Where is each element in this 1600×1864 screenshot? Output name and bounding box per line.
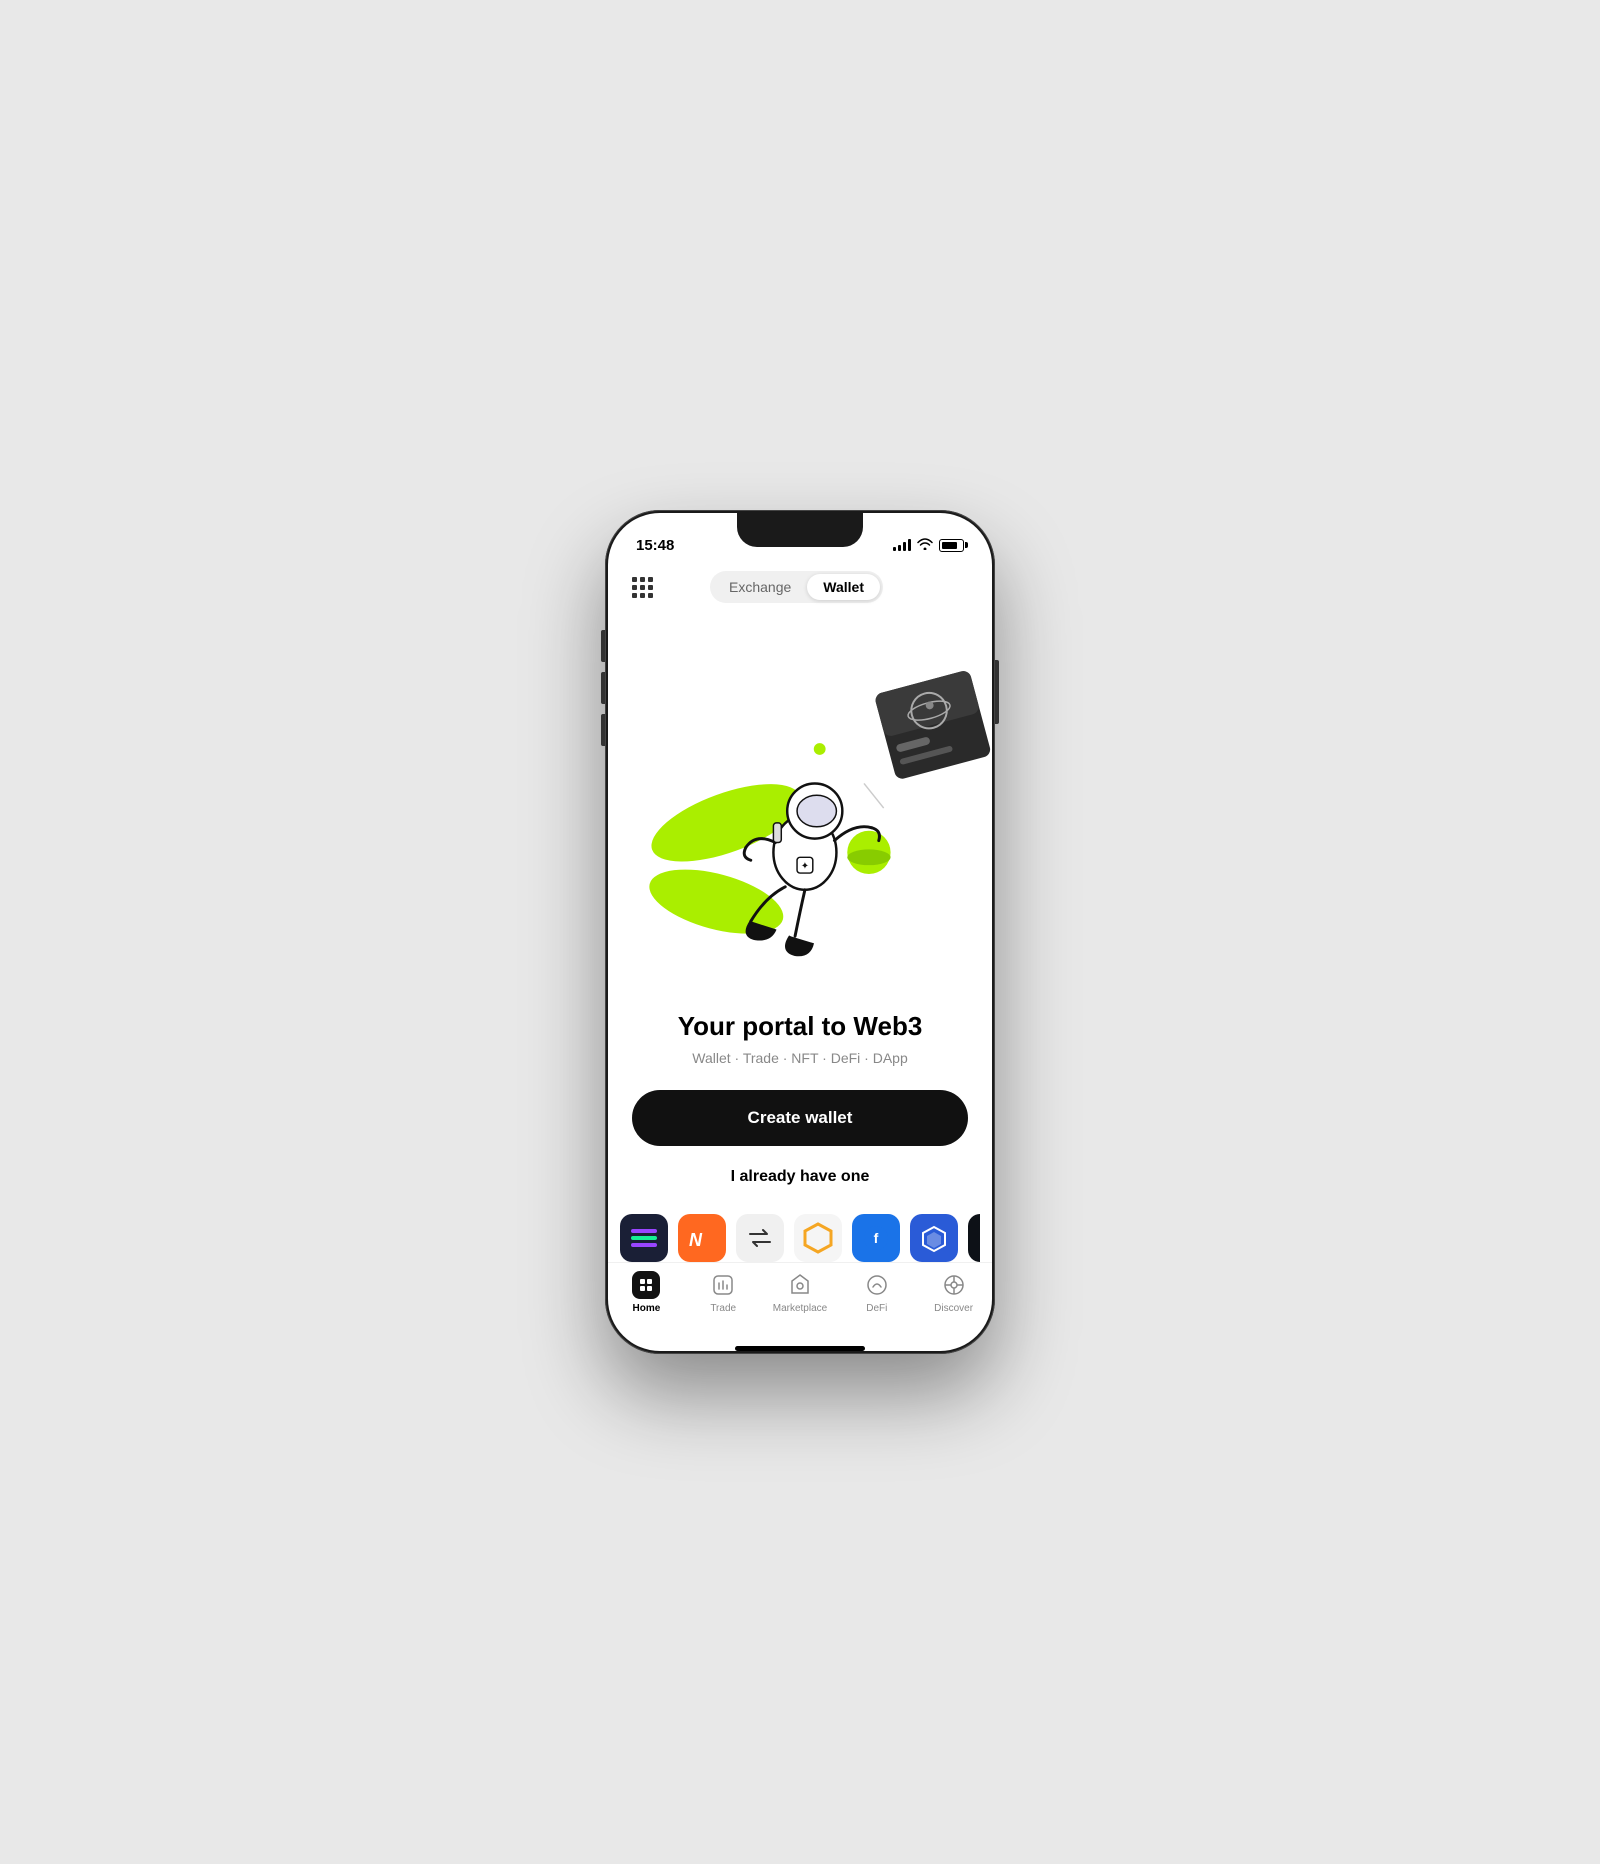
nav-home-label: Home [633,1303,661,1314]
nav-trade[interactable]: Trade [685,1271,762,1314]
page-subtitle: Wallet · Trade · NFT · DeFi · DApp [632,1050,968,1066]
trade-icon [709,1271,737,1299]
dapp-icon-4[interactable] [794,1214,842,1262]
dapp-icon-2[interactable]: N [678,1214,726,1262]
dapp-icon-5[interactable]: f [852,1214,900,1262]
hero-illustration: ✦ [608,615,992,1011]
defi-icon [863,1271,891,1299]
content-section: Your portal to Web3 Wallet · Trade · NFT… [608,1011,992,1206]
marketplace-icon [786,1271,814,1299]
dapp-icon-6[interactable] [910,1214,958,1262]
nav-home[interactable]: Home [608,1271,685,1314]
nav-marketplace-label: Marketplace [773,1303,827,1314]
phone-frame: 15:48 [605,510,995,1354]
create-wallet-button[interactable]: Create wallet [632,1090,968,1146]
dapp-icons-row: N [608,1206,992,1262]
status-icons [893,538,964,553]
nav-discover-label: Discover [934,1303,973,1314]
phone-screen: 15:48 [608,513,992,1351]
bottom-nav: Home Trade Marketplace [608,1262,992,1342]
home-icon [632,1271,660,1299]
discover-icon [940,1271,968,1299]
battery-icon [939,539,964,552]
nav-discover[interactable]: Discover [915,1271,992,1314]
header: Exchange Wallet [608,563,992,615]
tab-exchange[interactable]: Exchange [713,574,807,600]
notch [737,513,863,547]
dapp-icon-1[interactable] [620,1214,668,1262]
svg-text:f: f [874,1230,879,1246]
wifi-icon [917,538,933,553]
nav-marketplace[interactable]: Marketplace [762,1271,839,1314]
tab-switcher: Exchange Wallet [710,571,883,603]
nav-defi[interactable]: DeFi [838,1271,915,1314]
nav-trade-label: Trade [710,1303,736,1314]
signal-icon [893,539,911,551]
svg-text:N: N [689,1230,703,1250]
page-title: Your portal to Web3 [632,1011,968,1042]
status-time: 15:48 [636,537,674,554]
dapp-icon-7[interactable]: C [968,1214,980,1262]
already-have-button[interactable]: I already have one [727,1164,874,1190]
grid-menu-icon[interactable] [628,573,657,602]
nav-defi-label: DeFi [866,1303,887,1314]
svg-text:✦: ✦ [801,861,809,872]
dapp-icon-3[interactable] [736,1214,784,1262]
tab-wallet[interactable]: Wallet [807,574,880,600]
home-indicator [735,1346,865,1351]
